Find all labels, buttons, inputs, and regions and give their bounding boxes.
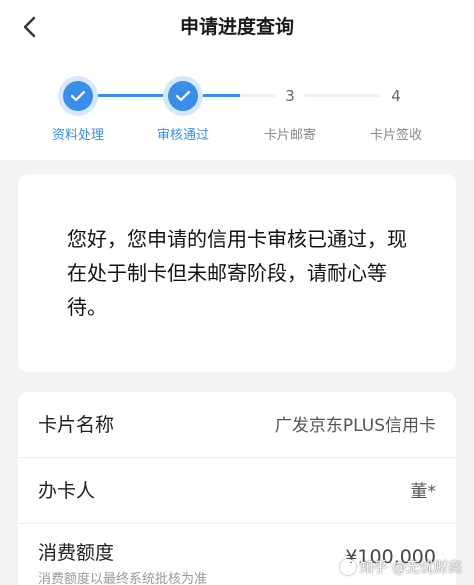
status-message: 您好，您申请的信用卡审核已通过，现在处于制卡但未邮寄阶段，请耐心等待。 — [67, 227, 407, 319]
step-4-indicator: 4 — [381, 81, 411, 111]
check-icon — [70, 90, 86, 102]
watermark: 知乎 @无忧财商 — [339, 557, 462, 577]
applicant-value: 董* — [410, 482, 437, 502]
applicant-label: 办卡人 — [38, 480, 96, 502]
step-2-indicator — [168, 81, 198, 111]
status-message-card: 您好，您申请的信用卡审核已通过，现在处于制卡但未邮寄阶段，请耐心等待。 — [18, 174, 456, 372]
step-1-label: 资料处理 — [51, 128, 104, 143]
nav-bar: 申请进度查询 — [0, 0, 474, 56]
card-name-row: 卡片名称 广发京东PLUS信用卡 — [18, 392, 456, 458]
page-title: 申请进度查询 — [179, 16, 294, 38]
step-connector — [92, 94, 168, 97]
step-1-indicator — [63, 81, 93, 111]
header: 申请进度查询 3 4 资料处理 审核通过 卡片邮寄 卡片签收 — [0, 0, 474, 160]
step-2-label: 审核通过 — [156, 128, 209, 143]
card-name-value: 广发京东PLUS信用卡 — [274, 416, 436, 436]
credit-limit-label: 消费额度 — [38, 542, 115, 564]
progress-steps: 3 4 资料处理 审核通过 卡片邮寄 卡片签收 — [0, 78, 474, 148]
step-connector — [304, 94, 380, 97]
zhihu-logo-icon — [339, 559, 356, 575]
watermark-text: 知乎 @无忧财商 — [359, 560, 462, 576]
step-3-indicator: 3 — [275, 81, 305, 111]
step-connector — [240, 94, 276, 97]
card-name-label: 卡片名称 — [38, 414, 115, 436]
credit-limit-note: 消费额度以最终系统批核为准 — [38, 572, 208, 585]
step-3-label: 卡片邮寄 — [263, 128, 316, 143]
step-connector — [196, 94, 240, 97]
check-icon — [175, 90, 191, 102]
applicant-row: 办卡人 董* — [18, 458, 456, 524]
step-4-label: 卡片签收 — [369, 128, 422, 143]
